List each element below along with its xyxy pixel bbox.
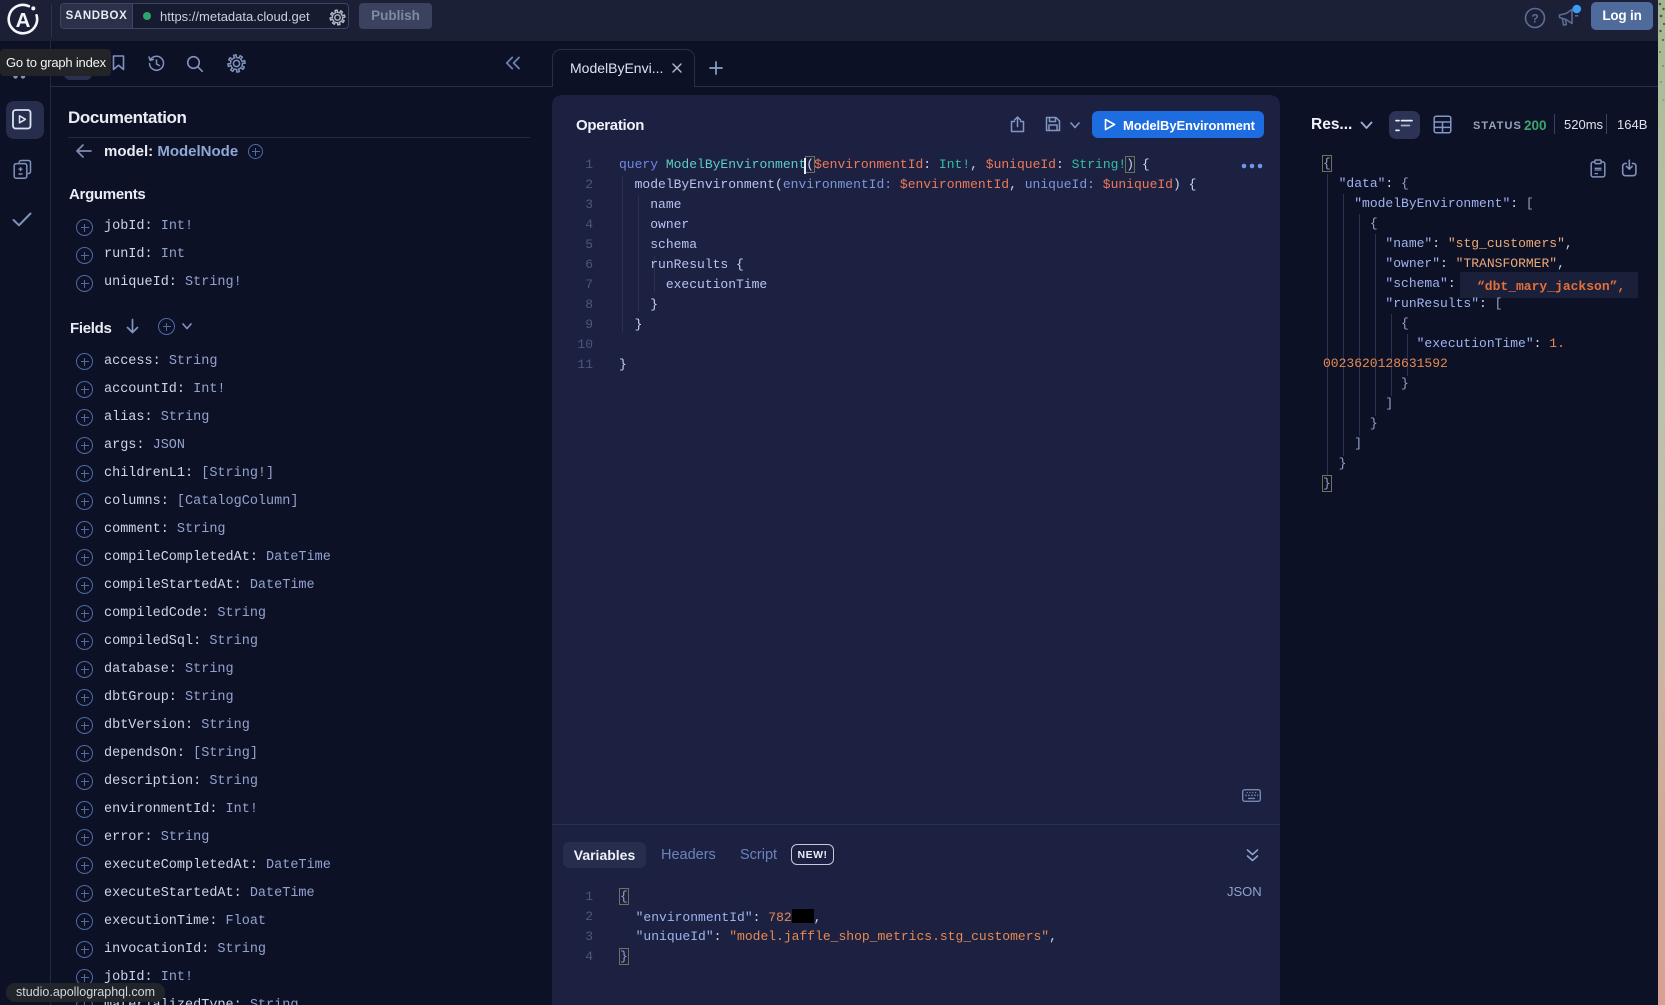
svg-text:A: A: [16, 9, 31, 32]
svg-text:?: ?: [1531, 12, 1538, 26]
